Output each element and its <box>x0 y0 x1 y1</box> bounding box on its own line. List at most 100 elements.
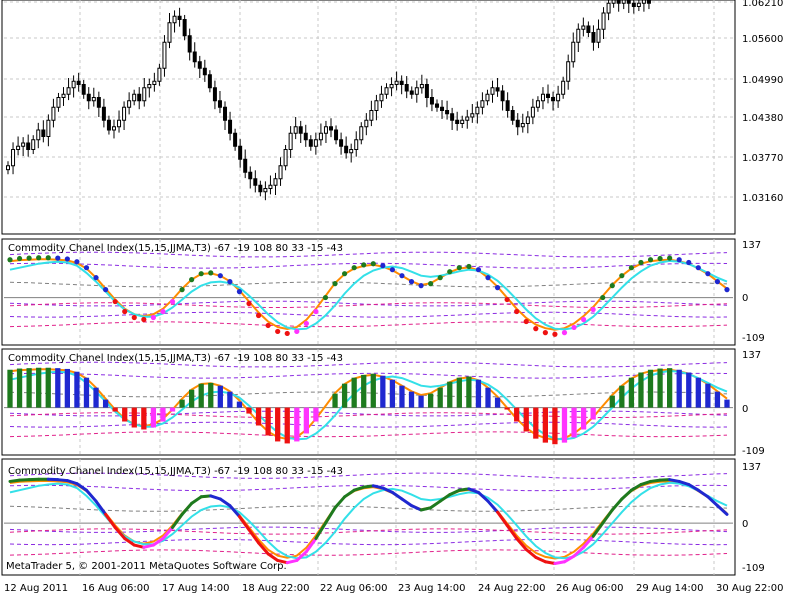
cci-bar <box>160 407 166 422</box>
cci-dot <box>303 320 309 327</box>
cci-bar <box>418 395 424 408</box>
cci-bar <box>657 368 663 408</box>
cci-tick-label: -109 <box>742 333 765 344</box>
candle-body <box>621 0 626 4</box>
cci-dot <box>236 289 243 295</box>
cci-dot <box>332 281 338 287</box>
cci-dot <box>255 312 262 319</box>
candle-body <box>571 41 576 63</box>
candle-body <box>440 106 445 111</box>
cci-bar <box>647 369 654 408</box>
cci-bar <box>332 393 338 408</box>
cci-dot <box>456 265 462 271</box>
cci-bar <box>552 407 558 445</box>
cci-bar <box>408 391 415 408</box>
candle-body <box>419 84 424 89</box>
cci-bar <box>705 383 711 408</box>
candle-body <box>475 106 480 115</box>
cci-bar <box>83 377 90 408</box>
candle-body <box>525 116 530 124</box>
candle-body <box>631 2 636 7</box>
candle-body <box>505 100 510 111</box>
cci-dot <box>246 300 252 307</box>
cci-dot <box>322 294 329 301</box>
cci-bar <box>494 397 501 408</box>
cci-dot <box>189 277 195 283</box>
cci-dot <box>590 306 596 313</box>
candle-body <box>21 142 26 147</box>
candle-body <box>278 165 283 180</box>
x-tick-label: 24 Aug 22:00 <box>478 583 545 594</box>
cci-bar <box>313 407 319 422</box>
cci-bar <box>380 375 386 408</box>
cci-bar <box>504 407 510 410</box>
candle-body <box>490 87 495 95</box>
cci-bar <box>246 407 252 414</box>
cci-dot <box>485 275 491 281</box>
cci-bar <box>447 381 453 408</box>
candle-body <box>157 67 162 82</box>
candle-body <box>465 116 470 121</box>
cci-bar <box>619 385 625 408</box>
cci-bar <box>169 407 176 412</box>
cci-bar <box>724 399 730 408</box>
cci-dot <box>724 287 730 293</box>
candle-body <box>127 100 132 108</box>
cci-bar <box>45 367 51 408</box>
cci-dot <box>284 330 290 337</box>
cci-dot <box>342 271 348 277</box>
cci-dot <box>217 273 223 279</box>
cci-dot <box>275 328 281 335</box>
cci-dot <box>112 298 118 305</box>
candle-body <box>288 132 293 150</box>
candle-body <box>187 35 192 53</box>
cci-bar <box>514 407 520 422</box>
cci-bar <box>638 372 644 408</box>
candle-body <box>318 132 323 141</box>
cci-dot <box>581 316 587 323</box>
chart-background <box>0 0 800 600</box>
candle-body <box>91 97 96 102</box>
candle-body <box>96 97 101 108</box>
cci-bar <box>16 368 23 408</box>
cci-dot <box>361 262 367 268</box>
cci-dot <box>695 265 701 271</box>
cci-dot <box>294 328 300 335</box>
candle-body <box>646 0 651 4</box>
cci-dot <box>542 330 548 336</box>
cci-bar <box>7 369 13 408</box>
cci-tick-label: 0 <box>742 404 748 415</box>
cci-dot <box>45 255 51 261</box>
cci-dot <box>676 257 682 263</box>
cci-dot <box>523 318 529 325</box>
candle-body <box>323 126 328 134</box>
cci-dot <box>552 331 558 337</box>
candle-body <box>212 87 217 102</box>
candle-body <box>369 110 374 121</box>
cci-bar <box>428 393 434 408</box>
cci-bar <box>255 407 262 426</box>
candle-body <box>480 100 485 108</box>
candle-body <box>384 87 389 95</box>
candle-body <box>460 119 465 124</box>
candle-body <box>111 126 116 131</box>
cci-bar <box>36 367 42 408</box>
candle-body <box>606 2 611 14</box>
cci-bar <box>294 407 300 442</box>
candle-body <box>500 90 505 102</box>
candle-body <box>298 126 303 134</box>
candle-body <box>132 93 137 102</box>
candle-body <box>11 149 16 167</box>
candle-body <box>248 171 253 180</box>
candle-body <box>581 25 586 30</box>
candle-body <box>530 106 535 118</box>
candle-body <box>510 110 515 121</box>
candle-body <box>61 93 66 98</box>
candle-body <box>86 93 91 102</box>
candle-body <box>66 87 71 95</box>
candle-body <box>308 139 313 147</box>
candle-body <box>293 126 298 134</box>
candle-body <box>339 139 344 147</box>
candle-body <box>258 184 263 193</box>
cci-bar <box>523 407 529 432</box>
